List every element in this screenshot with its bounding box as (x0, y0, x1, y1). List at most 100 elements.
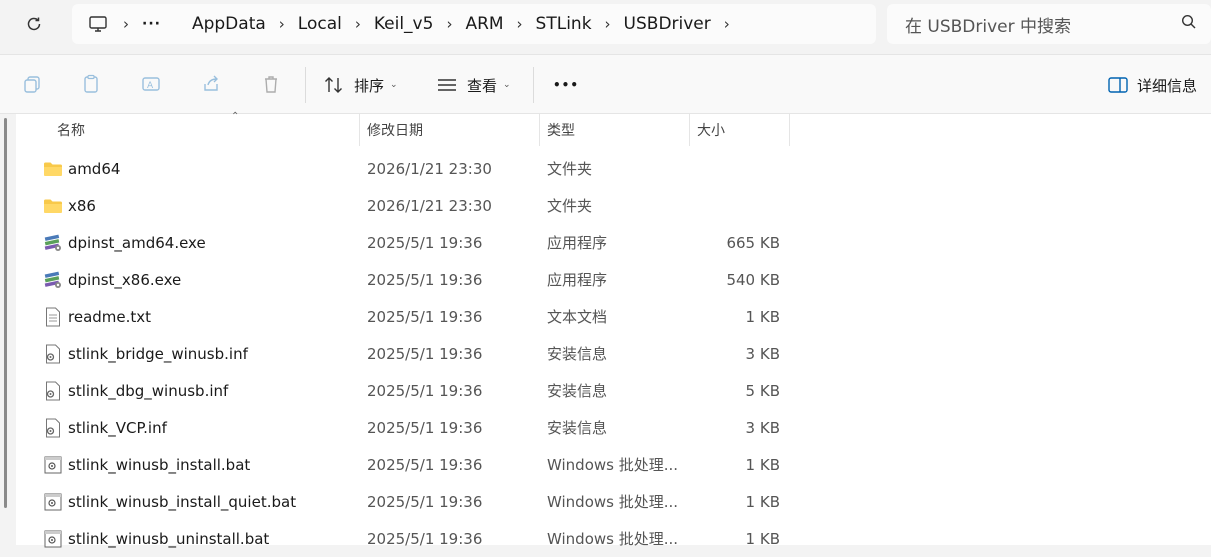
file-name[interactable]: stlink_bridge_winusb.inf (68, 335, 248, 372)
file-modified-date: 2025/5/1 19:36 (367, 492, 483, 511)
file-modified-date: 2025/5/1 19:36 (367, 307, 483, 326)
file-name[interactable]: stlink_dbg_winusb.inf (68, 372, 228, 409)
chevron-right-icon[interactable]: › (355, 15, 361, 33)
file-modified-date: 2025/5/1 19:36 (367, 455, 483, 474)
file-size: 540 KB (726, 270, 780, 289)
file-type: Windows 批处理... (547, 530, 679, 548)
file-row[interactable]: stlink_VCP.inf 2025/5/1 19:36 安装信息 3 KB (16, 409, 1211, 446)
file-name[interactable]: stlink_winusb_install_quiet.bat (68, 483, 296, 520)
column-header-type[interactable]: 类型 (539, 114, 689, 146)
file-size: 3 KB (745, 344, 780, 363)
copy-icon[interactable] (21, 73, 43, 95)
file-row[interactable]: dpinst_x86.exe 2025/5/1 19:36 应用程序 540 KB (16, 261, 1211, 298)
file-type: 应用程序 (547, 234, 608, 252)
file-name[interactable]: stlink_winusb_uninstall.bat (68, 520, 269, 557)
column-header-size-label: 大小 (697, 123, 725, 139)
column-divider[interactable] (789, 114, 790, 146)
inf-file-icon (42, 409, 64, 446)
view-label: 查看 (467, 76, 498, 95)
command-bar: A 排序 ⌄ 查看 ⌄ ••• 详细信息 (0, 54, 1211, 114)
column-header-date[interactable]: 修改日期 (359, 114, 539, 146)
details-pane-button[interactable]: 详细信息 (1108, 71, 1197, 99)
breadcrumb-stlink[interactable]: STLink (536, 14, 592, 34)
inf-file-icon (42, 372, 64, 409)
file-row[interactable]: readme.txt 2025/5/1 19:36 文本文档 1 KB (16, 298, 1211, 335)
file-size (690, 150, 780, 187)
folder-icon (42, 187, 64, 224)
chevron-down-icon: ⌄ (390, 80, 398, 90)
file-modified-date: 2025/5/1 19:36 (367, 344, 483, 363)
file-row[interactable]: stlink_dbg_winusb.inf 2025/5/1 19:36 安装信息 5… (16, 372, 1211, 409)
file-row[interactable]: stlink_winusb_install_quiet.bat 2025/5/1 … (16, 483, 1211, 520)
file-type: 文本文档 (547, 308, 608, 326)
file-type: 应用程序 (547, 271, 608, 289)
delete-icon[interactable] (260, 73, 282, 95)
text-file-icon (42, 298, 64, 335)
file-row[interactable]: amd64 2026/1/21 23:30 文件夹 (16, 150, 1211, 187)
paste-icon[interactable] (80, 73, 102, 95)
file-row[interactable]: x86 2026/1/21 23:30 文件夹 (16, 187, 1211, 224)
chevron-right-icon[interactable]: › (517, 15, 523, 33)
column-header-type-label: 类型 (547, 123, 575, 139)
file-type: Windows 批处理... (547, 456, 679, 474)
file-name[interactable]: dpinst_x86.exe (68, 261, 181, 298)
inf-file-icon (42, 335, 64, 372)
sort-icon (325, 77, 342, 93)
file-type: 安装信息 (547, 382, 608, 400)
nav-pane-scrollbar[interactable] (4, 118, 7, 508)
address-bar[interactable]: › ··· AppData › Local › Keil_v5 › ARM › … (72, 4, 876, 44)
view-button[interactable]: 查看 ⌄ (437, 71, 511, 99)
breadcrumb-overflow[interactable]: ··· (142, 16, 161, 32)
column-header-name-label: 名称 (57, 123, 85, 139)
search-box[interactable]: 在 USBDriver 中搜索 (887, 4, 1211, 44)
file-name[interactable]: readme.txt (68, 298, 151, 335)
svg-text:A: A (147, 81, 154, 91)
address-bar-region: › ··· AppData › Local › Keil_v5 › ARM › … (0, 0, 1211, 54)
search-placeholder[interactable]: 在 USBDriver 中搜索 (905, 12, 1181, 37)
breadcrumb-local[interactable]: Local (298, 14, 342, 34)
view-list-icon (438, 79, 456, 91)
breadcrumb-keil[interactable]: Keil_v5 (374, 14, 434, 34)
rename-icon[interactable]: A (140, 73, 162, 95)
more-options-button[interactable]: ••• (553, 71, 579, 99)
column-header-name[interactable]: 名称 ⌃ (49, 111, 359, 146)
file-name[interactable]: amd64 (68, 150, 120, 187)
breadcrumb-usbdriver[interactable]: USBDriver (624, 14, 711, 34)
file-modified-date: 2026/1/21 23:30 (367, 159, 492, 178)
share-icon[interactable] (200, 73, 222, 95)
chevron-down-icon: ⌄ (503, 80, 511, 90)
file-modified-date: 2026/1/21 23:30 (367, 196, 492, 215)
file-row[interactable]: stlink_winusb_install.bat 2025/5/1 19:36 W… (16, 446, 1211, 483)
breadcrumb-appdata[interactable]: AppData (192, 14, 266, 34)
chevron-right-icon[interactable]: › (605, 15, 611, 33)
batch-file-icon (42, 520, 64, 557)
chevron-right-icon[interactable]: › (446, 15, 452, 33)
file-name[interactable]: stlink_VCP.inf (68, 409, 167, 446)
search-icon[interactable] (1181, 14, 1197, 34)
file-type: 安装信息 (547, 345, 608, 363)
details-pane-icon (1108, 77, 1128, 93)
file-name[interactable]: dpinst_amd64.exe (68, 224, 206, 261)
column-header-date-label: 修改日期 (367, 123, 423, 139)
toolbar-divider (533, 67, 534, 103)
file-row[interactable]: stlink_bridge_winusb.inf 2025/5/1 19:36 安装… (16, 335, 1211, 372)
breadcrumb-arm[interactable]: ARM (465, 14, 503, 34)
this-pc-icon[interactable] (86, 12, 110, 36)
chevron-right-icon[interactable]: › (279, 15, 285, 33)
batch-file-icon (42, 483, 64, 520)
refresh-button[interactable] (18, 10, 50, 38)
file-row[interactable]: stlink_winusb_uninstall.bat 2025/5/1 19:3… (16, 520, 1211, 557)
file-modified-date: 2025/5/1 19:36 (367, 529, 483, 548)
file-size: 1 KB (745, 307, 780, 326)
column-header-size[interactable]: 大小 (689, 114, 789, 146)
sort-button[interactable]: 排序 ⌄ (324, 71, 398, 99)
file-list: 名称 ⌃ 修改日期 类型 大小 amd64 2026/1/21 23:30 文件夹 x… (16, 111, 1211, 548)
file-modified-date: 2025/5/1 19:36 (367, 270, 483, 289)
file-name[interactable]: stlink_winusb_install.bat (68, 446, 250, 483)
chevron-right-icon[interactable]: › (123, 15, 129, 33)
file-size (690, 187, 780, 224)
file-name[interactable]: x86 (68, 187, 96, 224)
folder-icon (42, 150, 64, 187)
chevron-right-icon[interactable]: › (724, 15, 730, 33)
file-row[interactable]: dpinst_amd64.exe 2025/5/1 19:36 应用程序 665 KB (16, 224, 1211, 261)
